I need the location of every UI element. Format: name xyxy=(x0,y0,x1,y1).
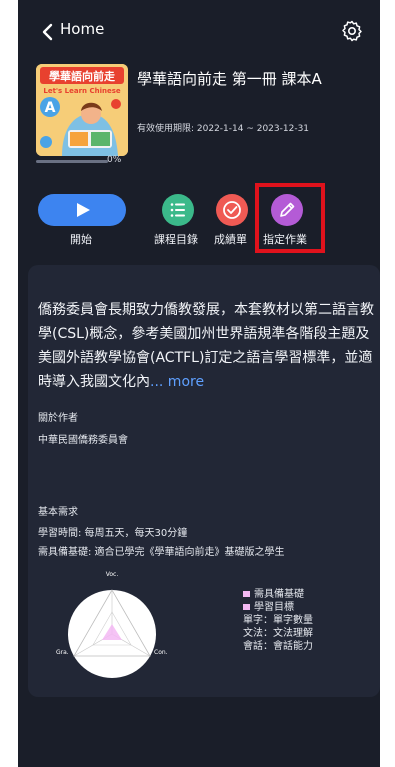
validity-period: 有效使用期限: 2022-1-14 ~ 2023-12-31 xyxy=(137,124,310,134)
start-button[interactable] xyxy=(38,194,126,226)
radar-label-left: Gra. xyxy=(56,649,69,656)
legend-swatch xyxy=(243,591,250,597)
report-label[interactable]: 成績單 xyxy=(214,231,247,247)
skill-radar-chart: Voc. Gra. Con. xyxy=(52,568,172,683)
gear-icon[interactable] xyxy=(340,19,364,43)
play-icon xyxy=(77,203,90,217)
catalog-button[interactable] xyxy=(162,194,194,226)
legend-item: 會話：會話能力 xyxy=(243,641,313,652)
legend-item: 單字：單字數量 xyxy=(243,615,313,626)
book-title: 學華語向前走 第一冊 課本A xyxy=(137,70,322,88)
cover-letter: A xyxy=(45,100,56,116)
legend-item: 學習目標 xyxy=(243,601,313,614)
description-text: 僑務委員會長期致力僑教發展，本套教材以第二語言教學(CSL)概念，參考美國加州世… xyxy=(38,302,374,390)
check-circle-icon xyxy=(223,201,241,219)
list-icon xyxy=(170,203,185,217)
top-bar: Home xyxy=(18,0,380,64)
requirements-heading: 基本需求 xyxy=(38,507,78,518)
description: 僑務委員會長期致力僑教發展，本套教材以第二語言教學(CSL)概念，參考美國加州世… xyxy=(38,298,378,394)
back-chevron-icon[interactable] xyxy=(36,20,60,44)
legend-item: 文法：文法理解 xyxy=(243,628,313,639)
cover-title: 學華語向前走 xyxy=(49,69,115,83)
legend-swatch xyxy=(243,604,250,610)
report-button[interactable] xyxy=(216,194,248,226)
book-cover-image: 學華語向前走 Let's Learn Chinese A xyxy=(36,64,128,156)
author-name: 中華民國僑務委員會 xyxy=(38,435,128,446)
study-time: 學習時間: 每周五天，每天30分鐘 xyxy=(38,528,188,539)
progress-bar xyxy=(36,160,108,163)
start-label[interactable]: 開始 xyxy=(70,231,92,247)
author-heading: 關於作者 xyxy=(38,413,78,424)
prerequisite: 需具備基礎: 適合已學完《學華語向前走》基礎版之學生 xyxy=(38,547,285,558)
app-screen: Home 學華語向前走 Let's Learn Chinese A 0% 學華語… xyxy=(18,0,380,767)
back-label[interactable]: Home xyxy=(60,20,104,38)
radar-legend: 需具備基礎 學習目標 單字：單字數量 文法：文法理解 會話：會話能力 xyxy=(243,588,313,653)
progress-label: 0% xyxy=(107,155,122,165)
highlight-box xyxy=(255,183,325,253)
more-link[interactable]: ... more xyxy=(150,374,204,390)
catalog-label[interactable]: 課程目錄 xyxy=(154,231,198,247)
legend-item: 需具備基礎 xyxy=(243,588,313,601)
cover-subtitle: Let's Learn Chinese xyxy=(43,87,121,95)
radar-label-right: Con. xyxy=(154,649,168,656)
radar-label-top: Voc. xyxy=(106,571,119,578)
